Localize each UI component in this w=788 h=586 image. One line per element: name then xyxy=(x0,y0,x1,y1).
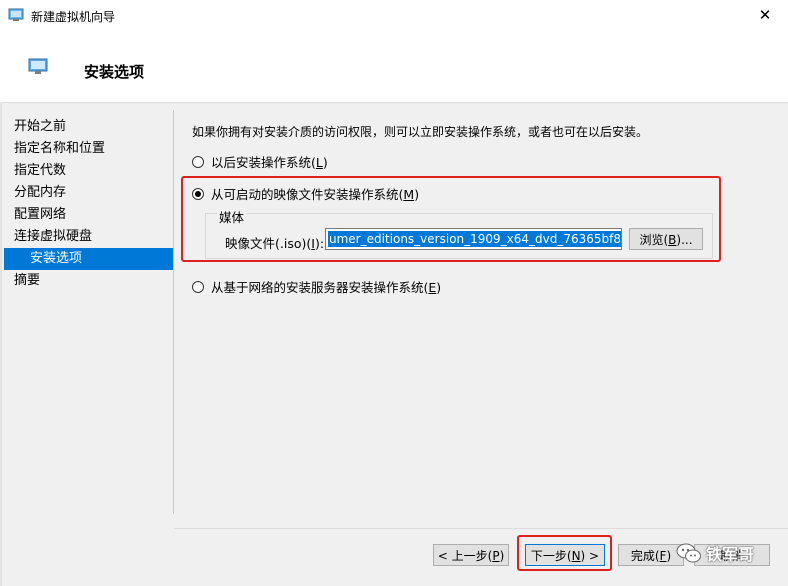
wechat-icon xyxy=(676,543,701,563)
nav-item-name-location[interactable]: 指定名称和位置 xyxy=(4,138,174,160)
watermark: 铁军哥 xyxy=(676,541,754,565)
option-install-from-network[interactable]: 从基于网络的安装服务器安装操作系统(E) xyxy=(192,277,441,296)
previous-button-label: < 上一步(P) xyxy=(437,548,505,563)
nav-item-before-you-begin[interactable]: 开始之前 xyxy=(4,116,174,138)
image-file-input[interactable]: umer_editions_version_1909_x64_dvd_76365… xyxy=(325,228,622,250)
image-file-label: 映像文件(.iso)(I): xyxy=(225,236,325,251)
next-button[interactable]: 下一步(N) > xyxy=(525,544,605,566)
next-button-label: 下一步(N) > xyxy=(530,548,600,563)
nav-item-network[interactable]: 配置网络 xyxy=(4,204,174,226)
monitor-icon xyxy=(28,58,48,74)
intro-text: 如果你拥有对安装介质的访问权限，则可以立即安装操作系统，或者也可在以后安装。 xyxy=(192,125,649,139)
close-button[interactable]: ✕ xyxy=(742,0,788,30)
wizard-nav: 开始之前 指定名称和位置 指定代数 分配内存 配置网络 连接虚拟硬盘 安装选项 … xyxy=(4,116,174,292)
title-bar: 新建虚拟机向导 ✕ xyxy=(0,0,788,31)
option-install-later[interactable]: 以后安装操作系统(L) xyxy=(192,152,328,171)
option-install-from-network-label: 从基于网络的安装服务器安装操作系统(E) xyxy=(211,280,442,295)
browse-button[interactable]: 浏览(B)... xyxy=(629,228,703,250)
watermark-text: 铁军哥 xyxy=(706,545,755,564)
finish-button-label: 完成(F) xyxy=(630,548,672,563)
browse-button-label: 浏览(B)... xyxy=(639,232,693,247)
media-legend: 媒体 xyxy=(217,207,247,226)
frame-edge xyxy=(0,102,2,586)
nav-item-generation[interactable]: 指定代数 xyxy=(4,160,174,182)
footer-divider xyxy=(174,528,788,529)
finish-button[interactable]: 完成(F) xyxy=(618,544,684,566)
window-title: 新建虚拟机向导 xyxy=(31,10,116,24)
radio-install-later[interactable] xyxy=(192,155,204,168)
wizard-header: 安装选项 xyxy=(0,30,788,103)
radio-install-from-network[interactable] xyxy=(192,280,204,293)
page-title: 安装选项 xyxy=(84,63,145,81)
option-install-later-label: 以后安装操作系统(L) xyxy=(211,155,328,170)
radio-install-from-image[interactable] xyxy=(192,187,204,200)
nav-divider xyxy=(173,110,174,514)
nav-item-memory[interactable]: 分配内存 xyxy=(4,182,174,204)
hyper-v-icon xyxy=(8,8,24,21)
image-file-value: umer_editions_version_1909_x64_dvd_76365… xyxy=(328,231,621,247)
nav-item-virtual-disk[interactable]: 连接虚拟硬盘 xyxy=(4,226,174,248)
option-install-from-image[interactable]: 从可启动的映像文件安装操作系统(M) xyxy=(192,184,419,203)
previous-button[interactable]: < 上一步(P) xyxy=(433,544,509,566)
nav-item-summary[interactable]: 摘要 xyxy=(4,270,174,292)
option-install-from-image-label: 从可启动的映像文件安装操作系统(M) xyxy=(211,187,420,202)
nav-item-install-options[interactable]: 安装选项 xyxy=(4,248,174,270)
close-icon: ✕ xyxy=(758,6,772,24)
